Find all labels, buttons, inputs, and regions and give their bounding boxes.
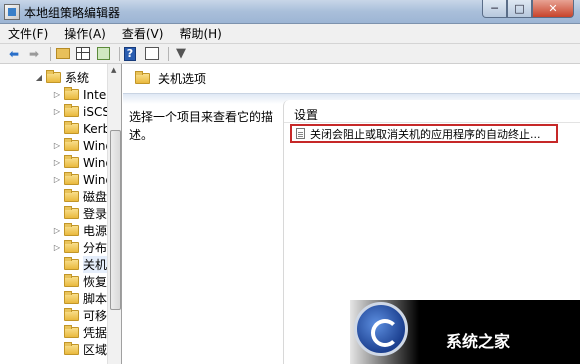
folder-icon	[64, 291, 79, 304]
watermark-brand: 系统之家	[446, 332, 511, 351]
tree-item[interactable]: ▷ iSCS	[52, 103, 110, 120]
expand-triangle-icon[interactable]: ▷	[52, 141, 62, 150]
folder-icon	[64, 308, 79, 321]
header-divider	[284, 122, 580, 123]
show-hide-tree-icon	[76, 47, 90, 60]
folder-icon	[64, 155, 79, 168]
description-text: 选择一个项目来查看它的描述。	[129, 110, 274, 142]
folder-icon	[64, 172, 79, 185]
help-button[interactable]: ?	[124, 46, 140, 62]
folder-icon	[64, 206, 79, 219]
forward-arrow-icon[interactable]: ➡	[26, 46, 42, 62]
window-title: 本地组策略编辑器	[24, 6, 121, 20]
tree-item[interactable]: ▷ Wind	[52, 154, 113, 171]
tree-item-label: 登录	[83, 207, 108, 221]
folder-icon	[64, 104, 79, 117]
folder-icon	[64, 240, 79, 253]
pane-title: 关机选项	[158, 72, 207, 86]
tree-item[interactable]: ▷ Inter	[52, 86, 111, 103]
menu-bar: 文件(F) 操作(A) 查看(V) 帮助(H)	[0, 24, 580, 44]
tree-item-label: 分布	[83, 241, 108, 255]
back-arrow-icon[interactable]: ⬅	[6, 46, 22, 62]
folder-icon	[64, 274, 79, 287]
collapse-triangle-icon[interactable]: ◢	[34, 73, 44, 82]
filter-icon[interactable]: ▼	[173, 46, 189, 62]
tree-item-label: 关机	[83, 256, 108, 273]
expand-triangle-icon[interactable]: ▷	[52, 158, 62, 167]
properties-button[interactable]	[144, 46, 160, 62]
policy-setting-icon	[296, 128, 305, 139]
menu-help[interactable]: 帮助(H)	[179, 25, 221, 42]
expand-triangle-icon[interactable]: ▷	[52, 90, 62, 99]
tree-item-label: 电源	[83, 224, 108, 238]
toolbar-separator	[119, 46, 120, 61]
toolbar-separator	[50, 46, 51, 61]
minimize-button[interactable]: ─	[482, 0, 507, 18]
tree-item[interactable]: ▷ Wind	[52, 171, 113, 188]
watermark-logo-icon	[354, 302, 408, 356]
tree-item-label: 脚本	[83, 292, 108, 306]
toolbar: ⬅ ➡ ? ▼	[0, 44, 580, 64]
tree-item[interactable]: ▷ Wind	[52, 137, 113, 154]
tree-item-label: 区域	[83, 343, 108, 357]
tree-item[interactable]: 磁盘	[52, 188, 107, 205]
tree-item[interactable]: 登录	[52, 205, 107, 222]
folder-icon	[64, 138, 79, 151]
setting-label: 关闭会阻止或取消关机的应用程序的自动终止...	[310, 127, 541, 141]
pane-header: 关机选项	[123, 64, 580, 94]
tree-item-label: 凭据	[83, 326, 108, 340]
tree-item-shutdown[interactable]: 关机	[52, 256, 108, 273]
tree-item-label: iSCS	[83, 104, 110, 119]
menu-action[interactable]: 操作(A)	[64, 25, 106, 42]
tree-item[interactable]: 区域	[52, 341, 107, 358]
help-icon: ?	[124, 46, 136, 61]
folder-icon	[64, 257, 79, 270]
tree-item[interactable]: ▷ 分布	[52, 239, 107, 256]
setting-row-auto-terminate[interactable]: 关闭会阻止或取消关机的应用程序的自动终止...	[290, 124, 558, 143]
expand-triangle-icon[interactable]: ▷	[52, 226, 62, 235]
folder-icon	[64, 223, 79, 236]
window-controls: ─ □ ✕	[482, 0, 574, 20]
tree-item[interactable]: Kerb	[52, 120, 110, 137]
expand-triangle-icon[interactable]: ▷	[52, 175, 62, 184]
tree-item-label: 磁盘	[83, 190, 108, 204]
tree-item-label: 可移	[83, 309, 108, 323]
app-icon	[4, 4, 20, 20]
tree-item[interactable]: 脚本	[52, 290, 107, 307]
menu-file[interactable]: 文件(F)	[8, 25, 48, 42]
folder-icon	[64, 87, 79, 100]
toolbar-separator	[168, 46, 169, 61]
maximize-button[interactable]: □	[507, 0, 532, 18]
folder-up-button[interactable]	[55, 46, 71, 62]
close-button[interactable]: ✕	[532, 0, 574, 18]
scrollbar-thumb[interactable]	[110, 130, 121, 310]
export-list-button[interactable]	[95, 46, 111, 62]
tree-item[interactable]: 恢复	[52, 273, 107, 290]
folder-icon	[64, 189, 79, 202]
folder-icon	[46, 70, 61, 83]
expand-triangle-icon[interactable]: ▷	[52, 243, 62, 252]
tree-item-label: 恢复	[83, 275, 108, 289]
folder-icon	[64, 325, 79, 338]
tree-item-label: 系统	[65, 71, 90, 85]
folder-icon	[64, 342, 79, 355]
menu-view[interactable]: 查看(V)	[122, 25, 164, 42]
tree-scrollbar[interactable]: ▲	[107, 64, 121, 364]
policy-tree: ◢ 系统 ▷ Inter ▷ iSCS Kerb ▷ Wind ▷ Wind ▷…	[0, 64, 122, 364]
folder-icon	[135, 71, 150, 84]
title-bar: 本地组策略编辑器 ─ □ ✕	[0, 0, 580, 24]
tree-item[interactable]: 凭据	[52, 324, 107, 341]
column-header-setting[interactable]: 设置	[294, 106, 318, 123]
export-list-icon	[96, 47, 110, 60]
show-hide-tree-button[interactable]	[75, 46, 91, 62]
folder-up-icon	[56, 48, 70, 59]
scroll-up-arrow-icon[interactable]: ▲	[111, 66, 116, 74]
tree-item[interactable]: ▷ 电源	[52, 222, 107, 239]
tree-item-system[interactable]: ◢ 系统	[34, 69, 89, 86]
properties-icon	[145, 47, 159, 60]
expand-triangle-icon[interactable]: ▷	[52, 107, 62, 116]
tree-item[interactable]: 可移	[52, 307, 107, 324]
folder-icon	[64, 121, 79, 134]
